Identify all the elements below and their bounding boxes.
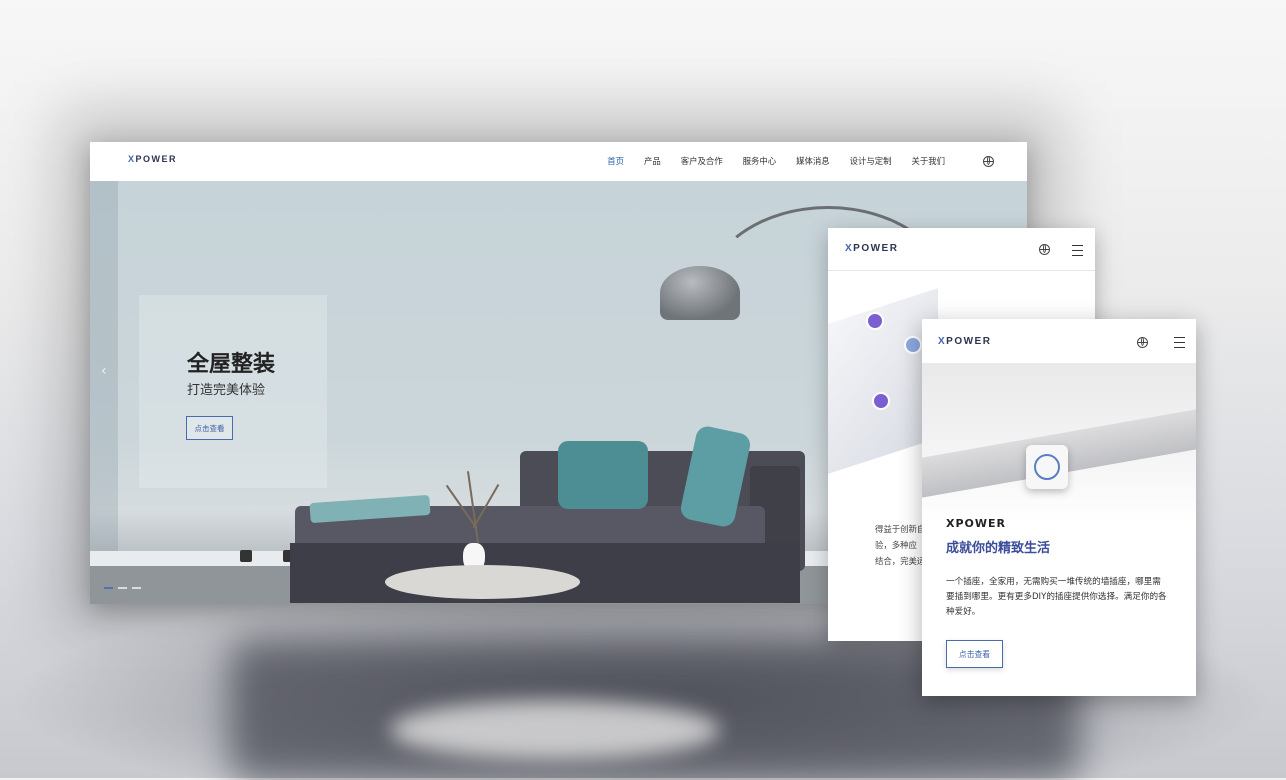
phone-description: 一个插座，全家用，无需购买一堆传统的墙插座，哪里需要插到哪里。更有更多DIY的插… <box>946 577 1167 617</box>
nav-products[interactable]: 产品 <box>644 155 661 167</box>
tablet-navbar: XPOWER <box>828 228 1095 271</box>
device-pin-icon <box>904 336 922 354</box>
phone-brand: XPOWER <box>946 517 1007 530</box>
logo-x: X <box>938 336 947 347</box>
wall-socket <box>240 550 252 562</box>
phone-navbar: XPOWER <box>922 319 1196 364</box>
logo-x: X <box>128 154 136 164</box>
nav-design[interactable]: 设计与定制 <box>850 155 892 167</box>
nav-media[interactable]: 媒体消息 <box>796 155 830 167</box>
location-pin-icon <box>866 312 884 330</box>
slider-dot[interactable] <box>118 587 127 589</box>
chevron-left-icon[interactable]: ‹ <box>101 363 107 379</box>
logo-text: POWER <box>135 154 178 164</box>
hero-title: 全屋整装 <box>187 352 276 377</box>
nav-about[interactable]: 关于我们 <box>912 155 946 167</box>
coffee-table <box>385 565 580 599</box>
nav-home[interactable]: 首页 <box>607 155 624 167</box>
socket-plug <box>1026 445 1068 489</box>
logo-text: POWER <box>946 336 992 347</box>
slider-dots <box>104 587 141 589</box>
tablet-logo[interactable]: XPOWER <box>845 243 898 254</box>
logo-x: X <box>845 243 854 254</box>
phone-view-button[interactable]: 点击查看 <box>946 640 1003 668</box>
menu-icon[interactable] <box>1174 337 1185 348</box>
plug-face <box>1034 454 1060 480</box>
slider-dot[interactable] <box>104 587 113 589</box>
globe-icon[interactable] <box>1039 244 1050 255</box>
hero-wall <box>90 181 118 604</box>
blurred-table <box>390 700 720 760</box>
nav-service[interactable]: 服务中心 <box>743 155 777 167</box>
slider-dot[interactable] <box>132 587 141 589</box>
phone-logo[interactable]: XPOWER <box>938 336 991 347</box>
pillow <box>558 441 648 509</box>
desktop-menu: 首页 产品 客户及合作 服务中心 媒体消息 设计与定制 关于我们 <box>607 155 945 167</box>
logo-text: POWER <box>853 243 899 254</box>
hero-subtitle: 打造完美体验 <box>187 383 266 398</box>
desktop-logo[interactable]: XPOWER <box>128 154 177 164</box>
lamp-head <box>660 266 740 320</box>
globe-icon[interactable] <box>1137 337 1148 348</box>
phone-mockup: XPOWER XPOWER 成就你的精致生活 一个插座，全家用，无需购买一堆传统… <box>922 319 1196 696</box>
menu-icon[interactable] <box>1072 245 1083 256</box>
phone-title: 成就你的精致生活 <box>946 541 1051 556</box>
hero-view-button[interactable]: 点击查看 <box>186 416 233 440</box>
nav-clients[interactable]: 客户及合作 <box>681 155 723 167</box>
desktop-navbar: XPOWER 首页 产品 客户及合作 服务中心 媒体消息 设计与定制 关于我们 <box>90 142 1027 182</box>
globe-icon[interactable] <box>983 156 994 167</box>
bulb-pin-icon <box>872 392 890 410</box>
product-image <box>922 363 1196 523</box>
